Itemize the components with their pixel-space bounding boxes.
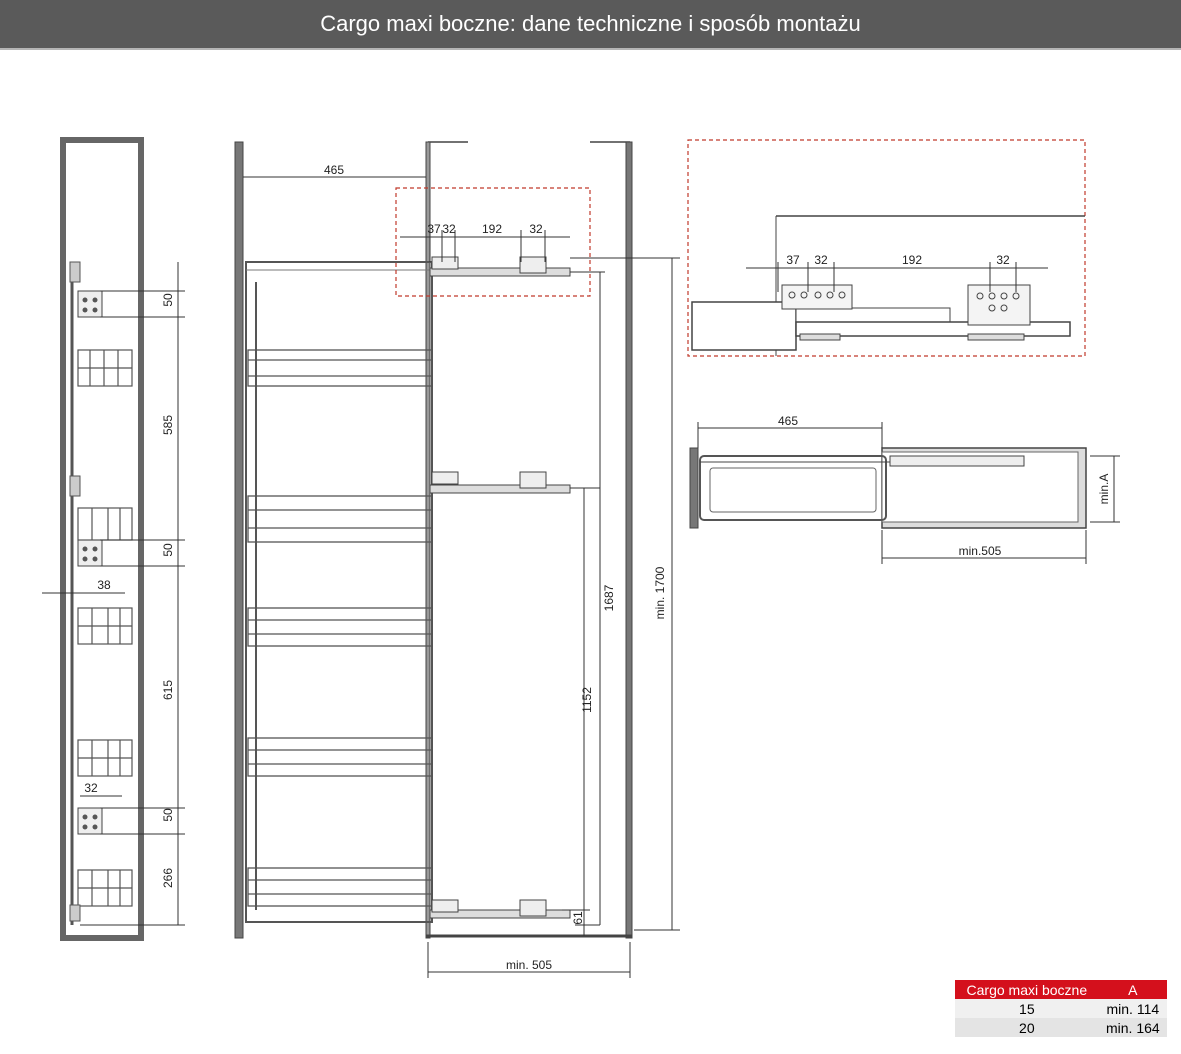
dim-min-505: min. 505 [506, 958, 552, 972]
dim-585: 585 [161, 415, 175, 435]
dim-266: 266 [161, 868, 175, 888]
table-header-model: Cargo maxi boczne [955, 980, 1099, 999]
table-cell-a: min. 164 [1105, 1019, 1160, 1036]
dim-min-1700: min. 1700 [653, 566, 667, 619]
dim-1687: 1687 [602, 584, 616, 611]
detail-highlight-box [395, 187, 591, 297]
top-dim-465: 465 [778, 414, 798, 428]
side-view: 50 585 50 38 615 32 50 266 [42, 137, 185, 941]
side-mount-plate-3 [77, 807, 103, 835]
dim-38: 38 [97, 578, 111, 592]
top-dim-min-A: min.A [1097, 474, 1111, 505]
front-runners [429, 256, 571, 919]
table-cell-a: min. 114 [1106, 1000, 1160, 1017]
dim-50-top: 50 [161, 293, 175, 307]
table-row: 20 min. 164 [955, 1018, 1167, 1037]
detail-dim-37: 37 [786, 253, 800, 267]
side-mount-plate-1 [77, 290, 103, 318]
dim-50-middle: 50 [161, 543, 175, 557]
front-baskets [247, 349, 433, 907]
detail-dim-32-second: 32 [996, 253, 1010, 267]
size-table: Cargo maxi boczne A 15 min. 114 20 min. … [955, 980, 1167, 1037]
dim-61: 61 [571, 911, 585, 925]
table-cell-size: 15 [1019, 1000, 1035, 1017]
dim-32-second: 32 [529, 222, 543, 236]
top-view: 465 min.505 min.A [689, 414, 1120, 564]
detail-bracket-right [967, 284, 1031, 326]
table-cell-size: 20 [1019, 1019, 1035, 1036]
table-header-a: A [1098, 980, 1167, 999]
front-dimension-lines [243, 176, 680, 978]
dim-192: 192 [482, 222, 502, 236]
dim-465: 465 [324, 163, 344, 177]
detail-view: 37 32 192 32 [687, 139, 1086, 357]
dim-37: 37 [427, 222, 441, 236]
dim-32-side: 32 [84, 781, 98, 795]
detail-dim-32-first: 32 [814, 253, 828, 267]
side-mount-plate-2 [77, 539, 103, 567]
top-dim-min-505: min.505 [959, 544, 1002, 558]
detail-bracket-left [781, 284, 853, 310]
technical-drawing: 50 585 50 38 615 32 50 266 465 37 32 192… [42, 137, 1120, 978]
dim-1152: 1152 [580, 687, 594, 713]
detail-dim-192: 192 [902, 253, 922, 267]
dim-615: 615 [161, 680, 175, 700]
dim-50-bottom: 50 [161, 808, 175, 822]
dim-32-first: 32 [442, 222, 456, 236]
table-row: 15 min. 114 [955, 999, 1167, 1018]
front-view: 465 37 32 192 32 1687 1152 61 min. 1700 … [234, 141, 680, 978]
